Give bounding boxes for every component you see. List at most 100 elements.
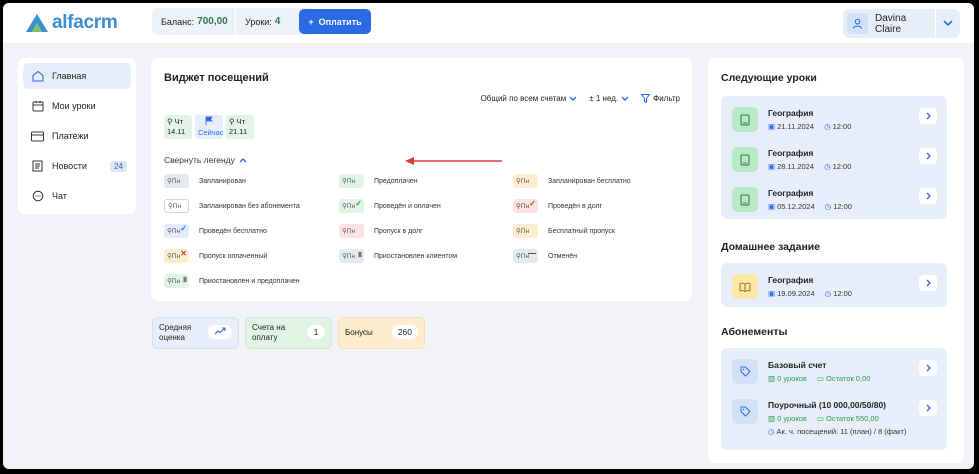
sidebar-item-chat[interactable]: Чат: [23, 183, 131, 209]
lesson-item[interactable]: География ▣ 05.12.2024 ◷ 12:00: [721, 178, 947, 218]
day-cell[interactable]: ⚲ Чт 14.11: [164, 115, 192, 139]
legend-label: Пропуск оплаченный: [199, 252, 268, 260]
user-dropdown-toggle[interactable]: [936, 20, 960, 27]
lesson-subject: География: [768, 188, 814, 198]
sidebar-item-label: Чат: [52, 191, 67, 201]
open-subscription-button[interactable]: [919, 360, 937, 376]
legend-chip: ⚲ Пн: [164, 199, 189, 213]
book-icon: [732, 187, 758, 212]
sidebar-item-news[interactable]: Новости 24: [23, 153, 131, 179]
lesson-item[interactable]: География ▣ 21.11.2024 ◷ 12:00: [721, 98, 947, 138]
lesson-meta: ▣ 21.11.2024 ◷ 12:00: [768, 122, 851, 131]
homework-subject: География: [768, 275, 814, 285]
chevron-up-icon: [239, 158, 247, 163]
logo-icon: [26, 14, 48, 32]
calendar-icon: ▣: [768, 202, 776, 211]
legend-label: Отменён: [548, 252, 577, 260]
book-icon: ▥: [768, 374, 776, 383]
lesson-date: 05.12.2024: [777, 202, 815, 211]
invoices-card[interactable]: Счета на оплату 1: [245, 317, 332, 349]
legend-chip: ⚲ Пн ✕: [164, 249, 189, 263]
lesson-item[interactable]: География ▣ 28.11.2024 ◷ 12:00: [721, 138, 947, 178]
annotation-arrow-icon: [405, 157, 502, 165]
lesson-time: 12:00: [833, 202, 852, 211]
lessons-label: Уроки:: [245, 16, 272, 27]
sidebar-item-label: Новости: [52, 161, 87, 171]
bonuses-value: 260: [391, 325, 418, 339]
subscription-lessons: 0 уроков: [777, 414, 807, 423]
widget-title: Виджет посещений: [164, 72, 269, 84]
homework-time: 12:00: [833, 289, 852, 298]
home-icon: [31, 70, 44, 83]
open-lesson-button[interactable]: [919, 108, 937, 124]
legend-item-free-skip: ⚲ Пн Бесплатный пропуск: [513, 224, 615, 238]
logo[interactable]: alfacrm: [25, 12, 118, 34]
user-name: Davina Claire: [875, 12, 907, 35]
collapse-legend-toggle[interactable]: Свернуть легенду: [164, 155, 247, 165]
lesson-meta: ▣ 05.12.2024 ◷ 12:00: [768, 202, 852, 211]
filter-button[interactable]: Фильтр: [641, 94, 680, 103]
lesson-time: 12:00: [832, 162, 852, 171]
subscription-item[interactable]: Поурочный (10 000,00/50/80) ▥ 0 уроков ▭ О…: [721, 390, 947, 446]
attendance-widget: Виджет посещений Общий по всем счетам ± …: [151, 58, 692, 301]
legend-label: Приостановлен и предоплачен: [199, 277, 300, 285]
legend-label: Проведён в долг: [548, 202, 603, 210]
sidebar-item-home[interactable]: Главная: [23, 63, 131, 89]
calendar-icon: ▣: [768, 289, 776, 298]
legend-chip: ⚲ Пн —: [513, 249, 538, 263]
open-homework-button[interactable]: [919, 275, 937, 291]
chevron-right-icon: [926, 279, 931, 287]
filter-label: Фильтр: [653, 94, 680, 103]
chevron-down-icon: [569, 96, 577, 101]
news-icon: [31, 160, 44, 173]
day-cell[interactable]: ⚲ Чт 21.11: [226, 115, 254, 139]
subscription-rest: Остаток 550,00: [825, 414, 879, 423]
day-date: 14.11: [167, 127, 186, 136]
homework-title: Домашнее задание: [721, 241, 821, 253]
lesson-time: 12:00: [832, 122, 852, 131]
legend-label: Пропуск в долг: [374, 227, 423, 235]
homework-list: География ▣ 19.09.2024 ◷ 12:00: [721, 263, 947, 307]
bonuses-card[interactable]: Бонусы 260: [338, 317, 425, 349]
legend-chip: ⚲ Пн ✓: [339, 199, 364, 213]
legend-item-scheduled-free: ⚲ Пн Запланирован бесплатно: [513, 174, 631, 188]
next-lessons-title: Следующие уроки: [721, 72, 817, 84]
accounts-filter-dropdown[interactable]: Общий по всем счетам: [481, 94, 578, 103]
open-book-icon: [732, 274, 758, 299]
average-grade-card[interactable]: Средняя оценка: [152, 317, 239, 349]
legend-label: Запланирован бесплатно: [548, 177, 631, 185]
filter-icon: [641, 94, 651, 103]
open-lesson-button[interactable]: [919, 188, 937, 204]
sidebar-item-payments[interactable]: Платежи: [23, 123, 131, 149]
day-cell-now[interactable]: Сейчас: [195, 115, 224, 139]
balance-block: Баланс: 700,00: [152, 8, 236, 35]
legend-chip: ⚲ Пн: [164, 174, 189, 188]
card-icon: ▭: [816, 374, 824, 383]
open-subscription-button[interactable]: [919, 400, 937, 416]
legend-item-held-paid: ⚲ Пн ✓ Проведён и оплачен: [339, 199, 441, 213]
book-icon: [732, 147, 758, 172]
homework-item[interactable]: География ▣ 19.09.2024 ◷ 12:00: [721, 265, 947, 305]
card-icon: ▭: [816, 414, 824, 423]
user-menu[interactable]: Davina Claire: [843, 9, 960, 38]
legend-label: Проведён и оплачен: [374, 202, 441, 210]
period-filter-dropdown[interactable]: ± 1 нед.: [589, 94, 629, 103]
clock-icon: ◷: [768, 427, 775, 436]
legend-label: Бесплатный пропуск: [548, 227, 615, 235]
legend-label: Проведён бесплатно: [199, 227, 267, 235]
legend-label: Приостановлен клиентом: [374, 252, 458, 260]
subscription-name: Базовый счет: [768, 360, 827, 370]
legend-chip: ⚲ Пн ✓: [164, 224, 189, 238]
legend-item-paused-client: ⚲ Пн ॥ Приостановлен клиентом: [339, 249, 457, 263]
next-lessons-list: География ▣ 21.11.2024 ◷ 12:00 География ▣…: [721, 96, 947, 219]
pay-button[interactable]: + Оплатить: [299, 9, 371, 34]
open-lesson-button[interactable]: [919, 148, 937, 164]
day-date: Сейчас: [198, 128, 224, 137]
subscription-item[interactable]: Базовый счет ▥ 0 уроков ▭ Остаток 0,00: [721, 350, 947, 390]
sidebar-item-my-lessons[interactable]: Мои уроки: [23, 93, 131, 119]
user-icon: ⚲: [229, 117, 235, 126]
subscription-meta: ▥ 0 уроков ▭ Остаток 0,00: [768, 374, 870, 383]
sidebar-item-label: Платежи: [52, 131, 89, 141]
lesson-date: 28.11.2024: [777, 162, 815, 171]
legend-chip: ⚲ Пн: [339, 174, 364, 188]
